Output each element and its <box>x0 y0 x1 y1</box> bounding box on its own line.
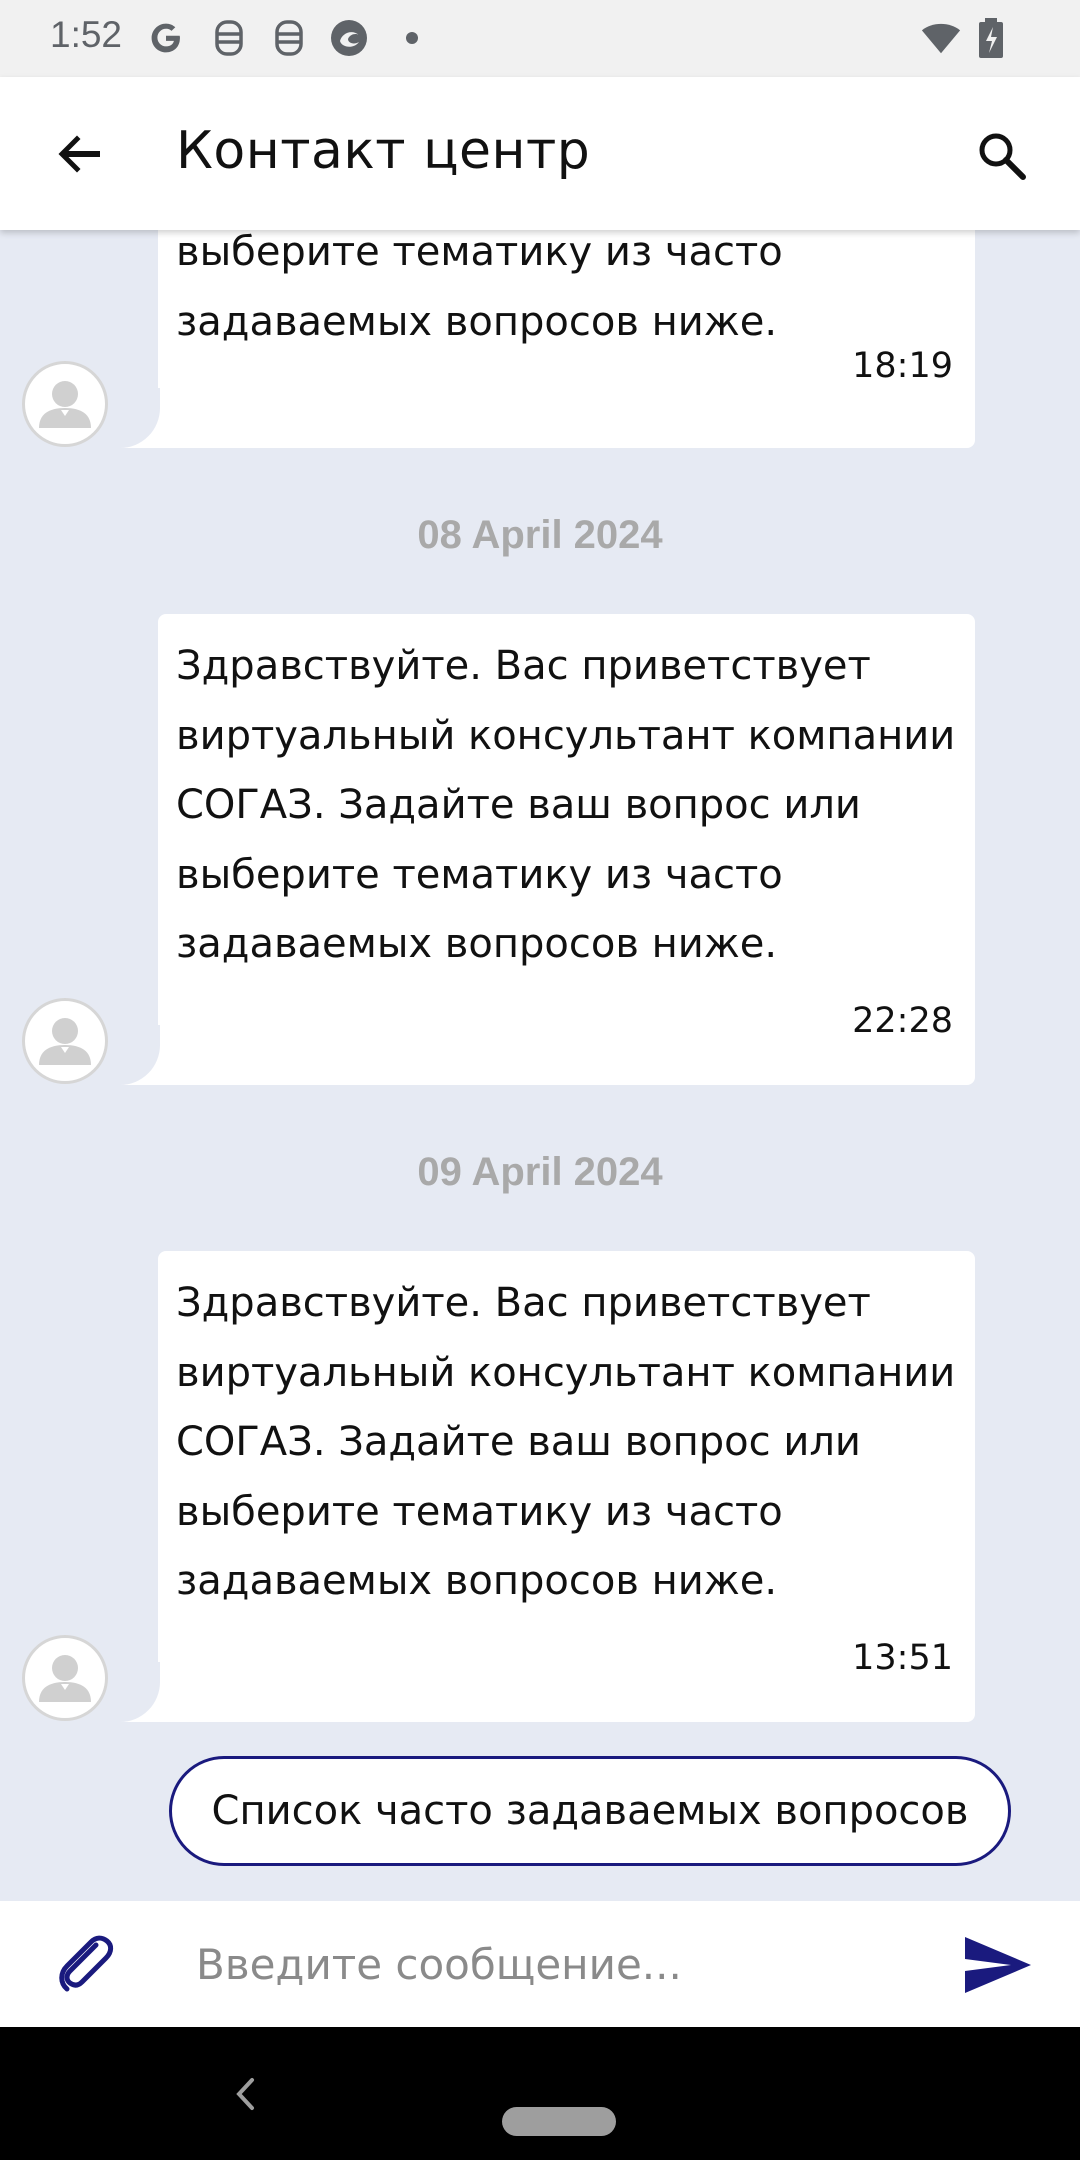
attach-button[interactable] <box>42 1921 128 2007</box>
back-button[interactable] <box>40 114 120 194</box>
avatar <box>22 1635 108 1721</box>
page-title: Контакт центр <box>176 121 591 181</box>
paperclip-icon <box>59 1935 114 1992</box>
send-button[interactable] <box>958 1925 1038 2005</box>
message-bubble: Здравствуйте. Вас приветствует виртуальн… <box>158 1251 975 1722</box>
send-icon <box>965 1937 1031 1993</box>
message-time: 13:51 <box>852 1638 953 1678</box>
chevron-left-icon <box>236 2078 254 2110</box>
date-separator: 09 April 2024 <box>417 1150 663 1194</box>
system-nav-bar <box>0 2027 1080 2160</box>
user-avatar-icon <box>39 1018 91 1065</box>
bubble-tail <box>120 388 160 448</box>
message-time: 18:19 <box>852 346 953 386</box>
browser-icon <box>328 17 370 59</box>
app-bar: Контакт центр <box>0 77 1080 230</box>
message-input[interactable] <box>196 1919 916 2009</box>
message-time: 22:28 <box>852 1001 953 1041</box>
faq-list-button[interactable]: Список часто задаваемых вопросов <box>169 1756 1011 1866</box>
date-separator: 08 April 2024 <box>417 513 663 557</box>
chat-area[interactable]: выберите тематику из часто задаваемых во… <box>0 230 1080 1901</box>
arrow-back-icon <box>58 135 100 173</box>
search-icon <box>979 133 1026 180</box>
message-text: Здравствуйте. Вас приветствует виртуальн… <box>176 1280 956 1604</box>
bubble-tail <box>120 1662 160 1722</box>
nav-home-pill[interactable] <box>502 2107 616 2136</box>
security-icon <box>268 17 310 59</box>
message-bubble: выберите тематику из часто задаваемых во… <box>158 230 975 448</box>
security-icon <box>208 17 250 59</box>
user-avatar-icon <box>39 381 91 428</box>
message-text: выберите тематику из часто задаваемых во… <box>176 230 783 345</box>
status-bar: 1:52 <box>0 0 1080 77</box>
avatar <box>22 998 108 1084</box>
message-bubble: Здравствуйте. Вас приветствует виртуальн… <box>158 614 975 1085</box>
bubble-tail <box>120 1025 160 1085</box>
screen: 1:52 Контакт центр выберите тематику из … <box>0 0 1080 2160</box>
search-button[interactable] <box>962 116 1042 196</box>
user-avatar-icon <box>39 1655 91 1702</box>
message-text: Здравствуйте. Вас приветствует виртуальн… <box>176 643 956 967</box>
avatar <box>22 361 108 447</box>
notification-dot-icon <box>391 17 433 59</box>
google-g-icon <box>145 17 187 59</box>
message-input-bar <box>0 1901 1080 2027</box>
nav-back-button[interactable] <box>220 2069 270 2119</box>
battery-charging-icon <box>970 17 1012 59</box>
status-time: 1:52 <box>50 14 123 55</box>
wifi-icon <box>920 17 962 59</box>
